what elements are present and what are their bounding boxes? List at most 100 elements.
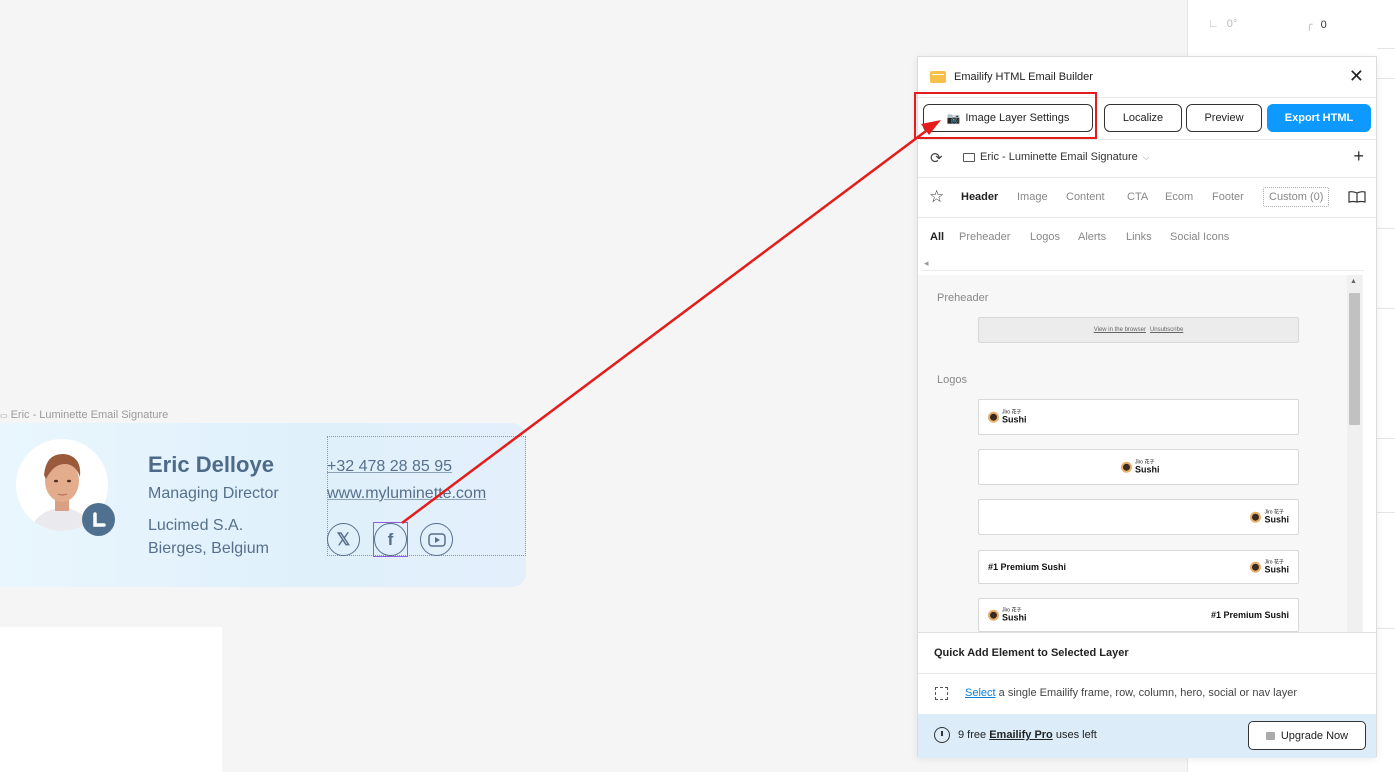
chevron-down-icon: ⌵ — [1142, 151, 1150, 162]
angle-property[interactable]: ∟ 0° — [1208, 18, 1237, 30]
premium-text: #1 Premium Sushi — [988, 562, 1067, 572]
scrollbar-thumb[interactable] — [1349, 293, 1360, 425]
subtab-alerts[interactable]: Alerts — [1078, 231, 1106, 243]
tab-content[interactable]: Content — [1066, 191, 1105, 203]
divider — [918, 217, 1376, 218]
monitor-icon — [963, 152, 975, 162]
radius-value: 0 — [1320, 18, 1327, 31]
tab-ecom[interactable]: Ecom — [1165, 191, 1193, 203]
free-uses-text: 9 free Emailify Pro uses left — [958, 729, 1097, 741]
template-logo-left[interactable]: Jǐro 花子 Sushi — [978, 399, 1299, 435]
template-preheader[interactable]: View in the browser Unsubscribe — [978, 317, 1299, 343]
stopwatch-icon — [934, 727, 950, 743]
divider — [1377, 228, 1395, 229]
export-html-button[interactable]: Export HTML — [1267, 104, 1371, 132]
section-label-preheader: Preheader — [937, 292, 989, 304]
signature-location[interactable]: Bierges, Belgium — [148, 540, 269, 558]
tab-footer[interactable]: Footer — [1212, 191, 1244, 203]
upgrade-now-label: Upgrade Now — [1280, 729, 1349, 742]
scroll-up-icon[interactable]: ▲ — [1350, 278, 1357, 285]
emailify-plugin-panel: Emailify HTML Email Builder ✕ 📷 Image La… — [917, 56, 1377, 758]
subcategory-tabs: All Preheader Logos Alerts Links Social … — [918, 231, 1376, 247]
select-link[interactable]: Select — [965, 687, 996, 699]
angle-icon: ∟ — [1208, 18, 1219, 30]
divider — [1377, 48, 1395, 49]
tab-custom[interactable]: Custom (0) — [1263, 187, 1330, 207]
plus-icon[interactable]: + — [1353, 146, 1364, 167]
select-hint-text: a single Emailify frame, row, column, he… — [998, 687, 1297, 699]
sync-icon[interactable]: ⟳ — [930, 149, 943, 167]
divider — [1377, 78, 1395, 79]
tab-image[interactable]: Image — [1017, 191, 1048, 203]
select-hint-row: Select a single Emailify frame, row, col… — [918, 674, 1376, 714]
preview-button[interactable]: Preview — [1186, 104, 1262, 132]
email-signature[interactable]: Eric Delloye Managing Director Lucimed S… — [0, 423, 526, 587]
template-text-logo-right[interactable]: #1 Premium Sushi Jǐro 花子 Sushi — [978, 550, 1299, 584]
subtab-all[interactable]: All — [930, 231, 944, 243]
premium-text: #1 Premium Sushi — [1210, 610, 1289, 620]
sushi-logo-icon: Jǐro 花子 Sushi — [988, 608, 1027, 622]
emailify-pro-link[interactable]: Emailify Pro — [989, 729, 1053, 741]
subtab-logos[interactable]: Logos — [1030, 231, 1060, 243]
angle-value: 0° — [1226, 18, 1238, 30]
frame-label-text: Eric - Luminette Email Signature — [10, 409, 169, 421]
sushi-logo-icon: Jǐro 花子 Sushi — [988, 410, 1027, 424]
divider — [1377, 438, 1395, 439]
tab-cta[interactable]: CTA — [1127, 191, 1148, 203]
scroll-left-icon[interactable]: ◂ — [924, 258, 929, 269]
template-logo-right[interactable]: Jǐro 花子 Sushi — [978, 499, 1299, 535]
youtube-icon[interactable] — [420, 523, 453, 556]
frame-selector-row: ⟳ Eric - Luminette Email Signature ⌵ + — [918, 145, 1376, 171]
upgrade-now-button[interactable]: Upgrade Now — [1248, 721, 1366, 750]
selection-dashed-icon — [935, 687, 948, 700]
category-tabs: ☆ Header Image Content CTA Ecom Footer C… — [918, 187, 1376, 209]
section-label-logos: Logos — [937, 374, 967, 386]
emailify-logo-icon — [930, 71, 946, 83]
preheader-unsubscribe-link: Unsubscribe — [1149, 327, 1184, 333]
horizontal-scrollbar[interactable]: ◂ — [921, 258, 1364, 271]
panel-title: Emailify HTML Email Builder — [954, 71, 1093, 83]
localize-button[interactable]: Localize — [1104, 104, 1182, 132]
panel-title-bar: Emailify HTML Email Builder — [930, 69, 1093, 85]
select-hint: Select a single Emailify frame, row, col… — [965, 687, 1297, 699]
annotation-highlight-box — [914, 92, 1097, 139]
vertical-scrollbar[interactable]: ▲ — [1347, 275, 1362, 632]
quick-add-heading: Quick Add Element to Selected Layer — [918, 632, 1376, 674]
frame-label[interactable]: ▭ Eric - Luminette Email Signature — [0, 409, 168, 421]
signature-website-link[interactable]: www.myluminette.com — [327, 485, 486, 503]
radius-property[interactable]: ╭ 0 — [1306, 18, 1327, 32]
sushi-logo-icon: Jǐro 花子 Sushi — [1250, 510, 1289, 524]
frame-selector-dropdown[interactable]: Eric - Luminette Email Signature ⌵ — [963, 151, 1150, 163]
template-logo-text-right[interactable]: Jǐro 花子 Sushi #1 Premium Sushi — [978, 598, 1299, 632]
x-icon[interactable]: 𝕏 — [327, 523, 360, 556]
signature-title[interactable]: Managing Director — [148, 485, 279, 503]
divider — [1377, 628, 1395, 629]
selected-layer-outline — [373, 522, 408, 557]
preheader-view-link: View in the browser — [1093, 327, 1146, 333]
luminette-logo-icon — [82, 503, 115, 536]
template-logo-center[interactable]: Jǐro 花子 Sushi — [978, 449, 1299, 485]
divider — [1377, 512, 1395, 513]
signature-name[interactable]: Eric Delloye — [148, 452, 274, 478]
corner-radius-icon: ╭ — [1306, 19, 1313, 31]
close-icon[interactable]: ✕ — [1349, 67, 1364, 85]
subtab-links[interactable]: Links — [1126, 231, 1152, 243]
signature-company[interactable]: Lucimed S.A. — [148, 517, 243, 535]
subtab-preheader[interactable]: Preheader — [959, 231, 1010, 243]
tab-header[interactable]: Header — [961, 191, 998, 203]
divider — [918, 177, 1376, 178]
star-icon[interactable]: ☆ — [929, 188, 944, 205]
canvas-frame-blank — [0, 627, 222, 772]
book-icon[interactable] — [1348, 191, 1366, 203]
frame-selector-value: Eric - Luminette Email Signature — [980, 151, 1138, 163]
pro-footer: 9 free Emailify Pro uses left Upgrade No… — [918, 714, 1376, 758]
sushi-logo-icon: Jǐro 花子 Sushi — [1121, 460, 1160, 474]
divider — [1377, 308, 1395, 309]
frame-icon: ▭ — [0, 410, 8, 420]
template-list: Preheader View in the browser Unsubscrib… — [918, 275, 1363, 632]
divider — [918, 139, 1376, 140]
sushi-logo-icon: Jǐro 花子 Sushi — [1250, 560, 1289, 574]
unlock-icon — [1265, 731, 1275, 740]
subtab-social-icons[interactable]: Social Icons — [1170, 231, 1229, 243]
signature-phone-link[interactable]: +32 478 28 85 95 — [327, 458, 452, 476]
